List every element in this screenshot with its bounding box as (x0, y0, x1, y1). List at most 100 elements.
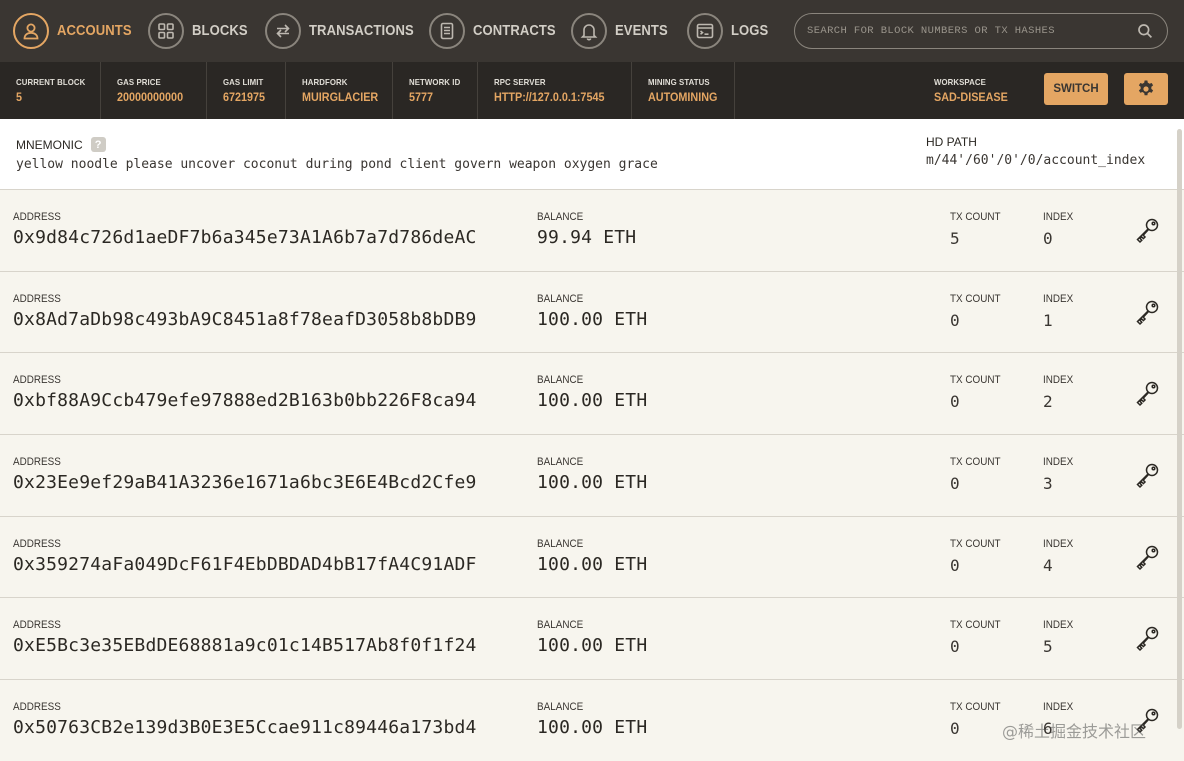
address-label: ADDRESS (13, 701, 61, 714)
stat-label: CURRENT BLOCK (16, 77, 86, 87)
nav-tab-events[interactable]: EVENTS (571, 12, 674, 50)
stat-value: MUIRGLACIER (302, 90, 379, 104)
balance-label: BALANCE (537, 292, 584, 305)
stat-value: SAD-DISEASE (934, 90, 1008, 104)
key-icon[interactable] (1133, 216, 1161, 244)
search-bar (794, 13, 1168, 49)
nav-tab-logs[interactable]: LOGS (687, 12, 773, 50)
address-label: ADDRESS (13, 619, 61, 632)
nav-tab-accounts[interactable]: ACCOUNTS (13, 12, 140, 50)
network-id-stat: NETWORK ID 5777 (393, 62, 478, 119)
stat-label: HARDFORK (302, 77, 348, 87)
tx-count-label: TX COUNT (950, 537, 1001, 550)
account-balance: 100.00 ETH (537, 553, 648, 575)
account-row[interactable]: ADDRESS 0x359274aFa049DcF61F4EbDBDAD4bB1… (0, 516, 1184, 599)
nav-tab-contracts[interactable]: CONTRACTS (429, 12, 565, 50)
index-label: INDEX (1043, 292, 1074, 305)
tx-count-label: TX COUNT (950, 292, 1001, 305)
stat-label: MINING STATUS (648, 77, 710, 87)
account-tx-count: 0 (950, 310, 960, 330)
account-index: 2 (1043, 392, 1053, 412)
stat-value: 6721975 (223, 90, 266, 104)
balance-label: BALANCE (537, 701, 584, 714)
stat-label: NETWORK ID (409, 77, 461, 87)
account-address: 0x23Ee9ef29aB41A3236e1671a6bc3E6E4Bcd2Cf… (13, 472, 477, 494)
tx-count-label: TX COUNT (950, 374, 1001, 387)
scrollbar[interactable] (1177, 119, 1183, 761)
help-icon[interactable]: ? (90, 137, 106, 152)
stat-value: 5 (16, 90, 23, 104)
nav-tab-blocks[interactable]: BLOCKS (148, 12, 254, 50)
current-block-stat: CURRENT BLOCK 5 (0, 62, 101, 119)
key-icon[interactable] (1133, 624, 1161, 652)
stat-value: 20000000000 (117, 90, 184, 104)
address-label: ADDRESS (13, 374, 61, 387)
address-label: ADDRESS (13, 292, 61, 305)
document-icon (429, 13, 465, 49)
account-tx-count: 5 (950, 229, 960, 248)
address-label: ADDRESS (13, 456, 61, 469)
key-icon[interactable] (1133, 543, 1161, 571)
nav-tab-label: TRANSACTIONS (309, 23, 414, 39)
mnemonic-label-text: MNEMONIC (16, 137, 83, 152)
switch-workspace-button[interactable]: SWITCH (1044, 73, 1108, 105)
nav-tab-label: ACCOUNTS (57, 23, 132, 39)
account-tx-count: 0 (950, 555, 960, 575)
key-icon[interactable] (1133, 461, 1161, 489)
balance-label: BALANCE (537, 619, 584, 632)
account-row[interactable]: ADDRESS 0xbf88A9Ccb479efe97888ed2B163b0b… (0, 353, 1184, 436)
key-icon[interactable] (1133, 298, 1161, 326)
workspace-stat: WORKSPACE SAD-DISEASE (918, 62, 1028, 119)
account-row[interactable]: ADDRESS 0x8Ad7aDb98c493bA9C8451a8f78eafD… (0, 271, 1184, 354)
index-label: INDEX (1043, 211, 1074, 223)
account-row[interactable]: ADDRESS 0x23Ee9ef29aB41A3236e1671a6bc3E6… (0, 435, 1184, 517)
gas-limit-stat: GAS LIMIT 6721975 (207, 62, 286, 119)
status-bar: CURRENT BLOCK 5 GAS PRICE 20000000000 GA… (0, 62, 1184, 119)
account-tx-count: 0 (950, 392, 960, 412)
settings-button[interactable] (1124, 73, 1168, 105)
hd-path-value: m/44'/60'/0'/0/account_index (926, 153, 1146, 168)
stat-value: HTTP://127.0.0.1:7545 (494, 90, 605, 104)
key-icon[interactable] (1133, 379, 1161, 407)
stat-label: GAS LIMIT (223, 77, 264, 87)
bell-icon (571, 13, 607, 49)
top-navigation: ACCOUNTS BLOCKS TRANSACTIONS CONTRACTS E… (0, 0, 1184, 62)
account-tx-count: 0 (950, 637, 960, 657)
index-label: INDEX (1043, 537, 1074, 550)
gear-icon (1138, 80, 1154, 96)
grid-icon (148, 13, 184, 49)
tx-count-label: TX COUNT (950, 456, 1001, 469)
account-list: ADDRESS 0x9d84c726d1aeDF7b6a345e73A1A6b7… (0, 190, 1184, 761)
tx-count-label: TX COUNT (950, 701, 1001, 714)
stat-label: WORKSPACE (934, 77, 986, 87)
account-index: 1 (1043, 310, 1053, 330)
user-icon (13, 13, 49, 49)
address-label: ADDRESS (13, 537, 61, 550)
stat-label: GAS PRICE (117, 77, 161, 87)
nav-tab-label: LOGS (731, 23, 769, 39)
index-label: INDEX (1043, 374, 1074, 387)
balance-label: BALANCE (537, 456, 584, 469)
account-row[interactable]: ADDRESS 0x9d84c726d1aeDF7b6a345e73A1A6b7… (0, 190, 1184, 272)
account-address: 0xE5Bc3e35EBdDE68881a9c01c14B517Ab8f0f1f… (13, 635, 477, 657)
account-address: 0x9d84c726d1aeDF7b6a345e73A1A6b7a7d786de… (13, 227, 477, 248)
account-row[interactable]: ADDRESS 0xE5Bc3e35EBdDE68881a9c01c14B517… (0, 598, 1184, 681)
account-tx-count: 0 (950, 474, 960, 494)
terminal-icon (687, 13, 723, 49)
nav-tab-label: BLOCKS (192, 23, 248, 39)
index-label: INDEX (1043, 701, 1074, 714)
account-index: 5 (1043, 637, 1053, 657)
search-input[interactable] (807, 25, 1125, 37)
tx-count-label: TX COUNT (950, 619, 1001, 632)
account-index: 0 (1043, 229, 1053, 248)
watermark: @稀土掘金技术社区 (1002, 722, 1147, 741)
gas-price-stat: GAS PRICE 20000000000 (101, 62, 207, 119)
nav-tab-transactions[interactable]: TRANSACTIONS (265, 12, 425, 50)
balance-label: BALANCE (537, 537, 584, 550)
stat-label: RPC SERVER (494, 77, 546, 87)
scrollbar-thumb[interactable] (1177, 129, 1182, 729)
mining-status-stat: MINING STATUS AUTOMINING (632, 62, 735, 119)
mnemonic-phrase: yellow noodle please uncover coconut dur… (16, 157, 658, 172)
search-icon[interactable] (1137, 23, 1153, 39)
account-index: 3 (1043, 474, 1053, 494)
